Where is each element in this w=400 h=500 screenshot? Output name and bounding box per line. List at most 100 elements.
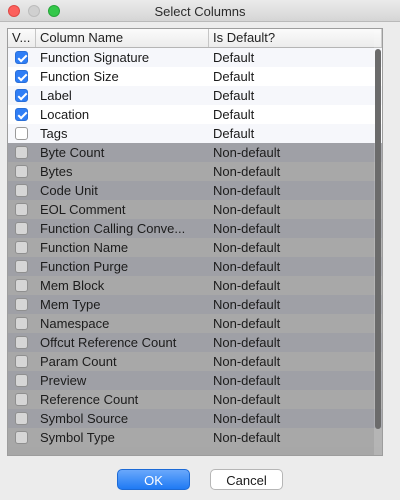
is-default-cell: Default [213, 107, 255, 122]
scrollbar-thumb[interactable] [375, 49, 381, 429]
visible-cell [8, 48, 36, 67]
table-row[interactable]: Offcut Reference Count Non-default [8, 333, 382, 352]
column-name-cell: Function Signature [40, 50, 150, 65]
table-row[interactable]: Function Name Non-default [8, 238, 382, 257]
column-name-cell: Bytes [40, 164, 73, 179]
visible-checkbox[interactable] [15, 108, 28, 121]
is-default-cell: Non-default [213, 392, 281, 407]
table-row[interactable]: Function Calling Conve... Non-default [8, 219, 382, 238]
visible-cell [8, 371, 36, 390]
is-default-cell: Default [213, 126, 255, 141]
column-name-cell: Function Calling Conve... [40, 221, 186, 236]
visible-checkbox[interactable] [15, 355, 28, 368]
column-name-cell: Param Count [40, 354, 117, 369]
visible-cell [8, 86, 36, 105]
is-default-cell: Non-default [213, 354, 281, 369]
column-name-cell: Symbol Type [40, 430, 115, 445]
visible-checkbox[interactable] [15, 184, 28, 197]
table-row[interactable]: Symbol Source Non-default [8, 409, 382, 428]
is-default-cell: Non-default [213, 297, 281, 312]
visible-checkbox[interactable] [15, 241, 28, 254]
visible-checkbox[interactable] [15, 393, 28, 406]
visible-checkbox[interactable] [15, 412, 28, 425]
is-default-cell: Non-default [213, 430, 281, 445]
is-default-cell: Non-default [213, 164, 281, 179]
column-name-cell: Code Unit [40, 183, 98, 198]
header-column-name[interactable]: Column Name [36, 29, 209, 47]
visible-cell [8, 428, 36, 447]
ok-button[interactable]: OK [117, 469, 190, 490]
visible-cell [8, 162, 36, 181]
cancel-button[interactable]: Cancel [210, 469, 283, 490]
is-default-cell: Non-default [213, 259, 281, 274]
column-name-cell: Reference Count [40, 392, 139, 407]
table-row[interactable]: Reference Count Non-default [8, 390, 382, 409]
column-name-cell: Tags [40, 126, 68, 141]
table-row[interactable]: EOL Comment Non-default [8, 200, 382, 219]
visible-checkbox[interactable] [15, 165, 28, 178]
visible-cell [8, 352, 36, 371]
visible-cell [8, 295, 36, 314]
table-row[interactable]: Function Signature Default [8, 48, 382, 67]
visible-cell [8, 390, 36, 409]
visible-checkbox[interactable] [15, 336, 28, 349]
table-row[interactable]: Mem Type Non-default [8, 295, 382, 314]
is-default-cell: Default [213, 69, 255, 84]
is-default-cell: Non-default [213, 278, 281, 293]
is-default-cell: Non-default [213, 183, 281, 198]
is-default-cell: Non-default [213, 411, 281, 426]
is-default-cell: Non-default [213, 240, 281, 255]
visible-cell [8, 409, 36, 428]
table-row[interactable]: Param Count Non-default [8, 352, 382, 371]
visible-checkbox[interactable] [15, 203, 28, 216]
is-default-cell: Non-default [213, 335, 281, 350]
visible-checkbox[interactable] [15, 51, 28, 64]
column-name-cell: Namespace [40, 316, 110, 331]
table-row[interactable]: Preview Non-default [8, 371, 382, 390]
is-default-cell: Default [213, 50, 255, 65]
table-row[interactable]: Location Default [8, 105, 382, 124]
table-row[interactable]: Tags Default [8, 124, 382, 143]
visible-checkbox[interactable] [15, 127, 28, 140]
visible-checkbox[interactable] [15, 317, 28, 330]
table-row[interactable]: Function Purge Non-default [8, 257, 382, 276]
table-row[interactable]: Namespace Non-default [8, 314, 382, 333]
column-name-cell: Mem Block [40, 278, 105, 293]
visible-cell [8, 181, 36, 200]
is-default-cell: Default [213, 88, 255, 103]
visible-checkbox[interactable] [15, 222, 28, 235]
visible-checkbox[interactable] [15, 298, 28, 311]
visible-checkbox[interactable] [15, 431, 28, 444]
table-row[interactable]: Code Unit Non-default [8, 181, 382, 200]
vertical-scrollbar[interactable] [374, 29, 382, 455]
column-name-cell: Preview [40, 373, 87, 388]
visible-checkbox[interactable] [15, 279, 28, 292]
window-title: Select Columns [154, 4, 246, 19]
visible-cell [8, 257, 36, 276]
column-name-cell: Function Name [40, 240, 129, 255]
table-row[interactable]: Function Size Default [8, 67, 382, 86]
table-row[interactable]: Symbol Type Non-default [8, 428, 382, 447]
table-row[interactable]: Label Default [8, 86, 382, 105]
table-row[interactable]: Mem Block Non-default [8, 276, 382, 295]
visible-cell [8, 238, 36, 257]
column-name-cell: Symbol Source [40, 411, 129, 426]
column-name-cell: EOL Comment [40, 202, 126, 217]
column-name-cell: Label [40, 88, 72, 103]
visible-cell [8, 314, 36, 333]
visible-checkbox[interactable] [15, 374, 28, 387]
is-default-cell: Non-default [213, 202, 281, 217]
table-row[interactable]: Bytes Non-default [8, 162, 382, 181]
visible-checkbox[interactable] [15, 70, 28, 83]
visible-cell [8, 333, 36, 352]
visible-checkbox[interactable] [15, 89, 28, 102]
table-row[interactable]: Byte Count Non-default [8, 143, 382, 162]
visible-checkbox[interactable] [15, 146, 28, 159]
header-visible[interactable]: V... [8, 29, 36, 47]
header-is-default[interactable]: Is Default? [209, 29, 382, 47]
columns-table: V... Column Name Is Default? Function Si… [7, 28, 383, 456]
visible-cell [8, 105, 36, 124]
column-name-cell: Mem Type [40, 297, 101, 312]
visible-checkbox[interactable] [15, 260, 28, 273]
visible-cell [8, 276, 36, 295]
